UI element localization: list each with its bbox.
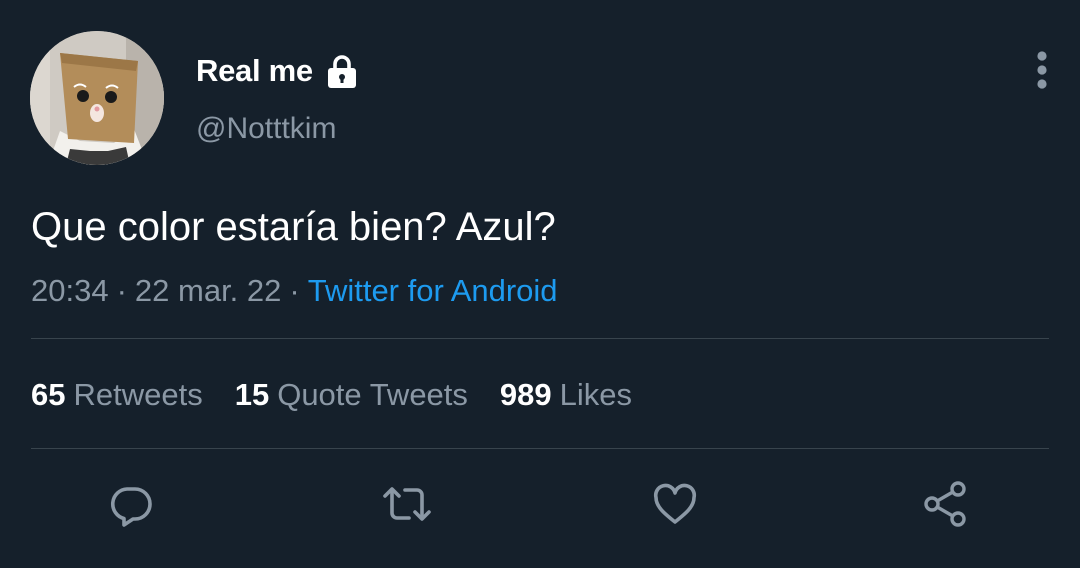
retweet-button[interactable] bbox=[382, 481, 432, 531]
meta-separator: · bbox=[116, 273, 127, 308]
likes-count: 989 bbox=[499, 377, 552, 412]
retweets-count: 65 bbox=[31, 377, 66, 412]
tweet-meta: 20:34 · 22 mar. 22 · Twitter for Android bbox=[31, 272, 558, 310]
share-button[interactable] bbox=[920, 479, 970, 534]
likes-stat[interactable]: 989 Likes bbox=[500, 376, 632, 414]
lock-icon bbox=[323, 52, 361, 90]
divider bbox=[31, 448, 1049, 449]
tweet-date[interactable]: 22 mar. 22 bbox=[135, 273, 281, 308]
tweet-detail: Real me @Notttkim Que color estaría bien… bbox=[0, 0, 1080, 568]
engagement-stats: 65 Retweets 15 Quote Tweets 989 Likes bbox=[31, 376, 632, 414]
author-name-row: Real me bbox=[196, 52, 361, 90]
retweets-label: Retweets bbox=[73, 377, 203, 412]
quote-tweets-count: 15 bbox=[234, 377, 270, 412]
tweet-time[interactable]: 20:34 bbox=[31, 273, 109, 308]
meta-separator: · bbox=[289, 273, 300, 308]
divider bbox=[31, 338, 1049, 339]
like-button[interactable] bbox=[650, 481, 700, 531]
quote-tweets-label: Quote Tweets bbox=[277, 377, 468, 412]
quote-tweets-stat[interactable]: 15 Quote Tweets bbox=[235, 376, 468, 414]
retweet-icon bbox=[381, 480, 433, 533]
tweet-text: Que color estaría bien? Azul? bbox=[31, 205, 556, 249]
avatar[interactable] bbox=[30, 31, 164, 165]
display-name[interactable]: Real me bbox=[196, 52, 313, 90]
likes-label: Likes bbox=[559, 377, 633, 412]
like-icon bbox=[651, 480, 699, 533]
author-handle[interactable]: @Notttkim bbox=[196, 110, 336, 148]
share-icon bbox=[920, 479, 970, 534]
reply-button[interactable] bbox=[106, 481, 156, 531]
tweet-source-link[interactable]: Twitter for Android bbox=[308, 273, 558, 308]
more-options-icon[interactable] bbox=[1026, 48, 1058, 92]
retweets-stat[interactable]: 65 Retweets bbox=[31, 376, 203, 414]
reply-icon bbox=[107, 480, 155, 533]
